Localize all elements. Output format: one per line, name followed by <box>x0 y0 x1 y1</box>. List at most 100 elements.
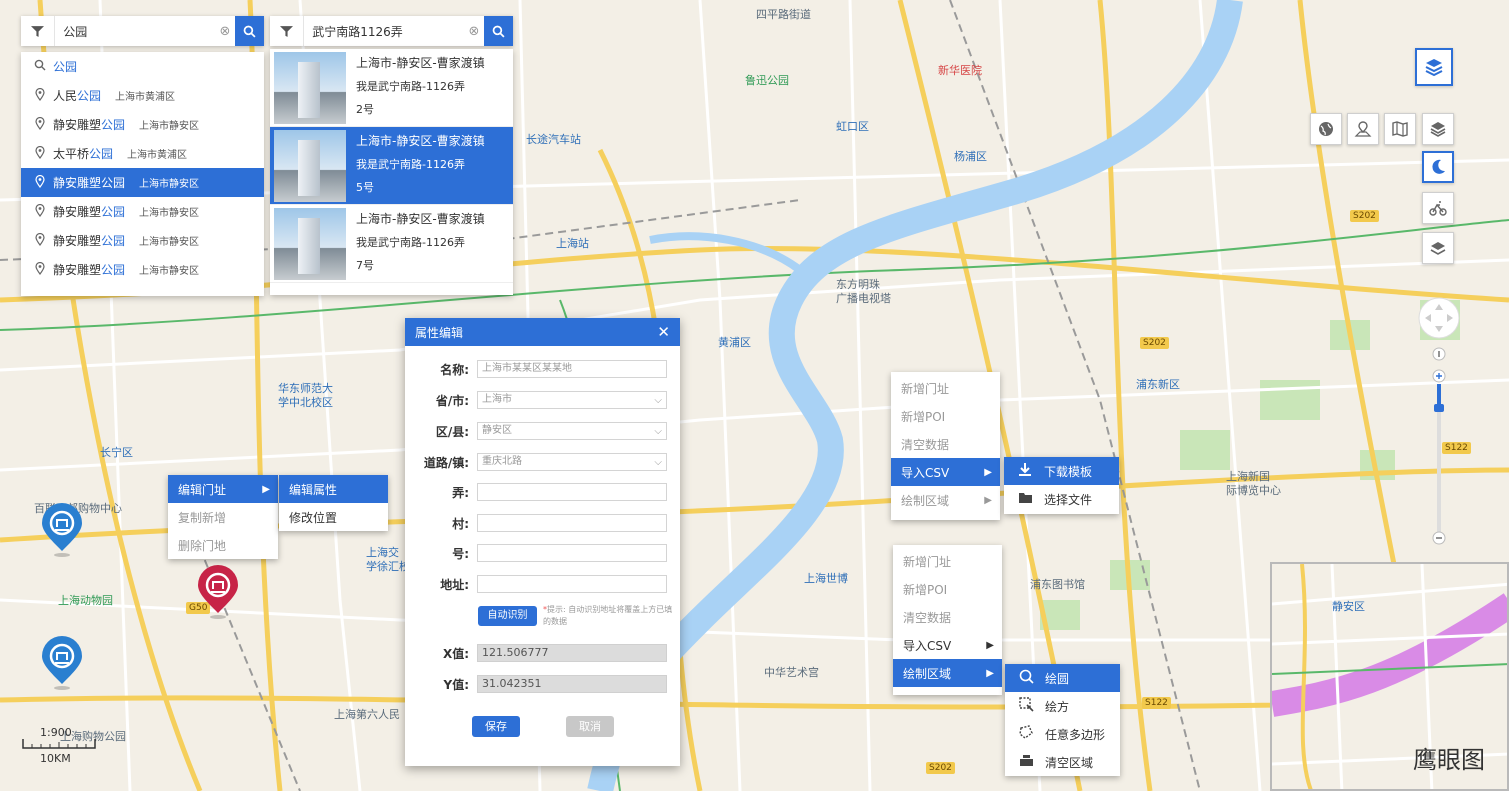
filter-icon[interactable] <box>21 16 56 46</box>
filter-icon[interactable] <box>270 16 305 46</box>
field-row-number: 号: <box>405 543 680 563</box>
menu-item-draw-area[interactable]: 绘制区域 ▶ <box>893 659 1002 687</box>
suggestion-item[interactable]: 人民 公园 上海市黄浦区 <box>21 81 264 110</box>
suggestion-item[interactable]: 静安雕塑 公园 上海市静安区 <box>21 226 264 255</box>
menu-item-label: 绘制区域 <box>901 493 950 508</box>
cancel-button[interactable]: 取消 <box>566 716 614 737</box>
province-select[interactable]: 上海市 ⌵ <box>477 391 667 409</box>
close-icon[interactable]: ✕ <box>657 323 670 341</box>
menu-item-clear-data[interactable]: 清空数据 <box>891 430 1000 458</box>
menu-item-add-address[interactable]: 新增门址 <box>891 374 1000 402</box>
menu-item-modify-position[interactable]: 修改位置 <box>279 503 388 531</box>
field-label: 省/市: <box>435 393 469 408</box>
village-field[interactable] <box>477 514 667 532</box>
x-value-field: 121.506777 <box>477 644 667 662</box>
menu-item-draw-rectangle[interactable]: 绘方 <box>1005 692 1120 720</box>
search-bar-left: ⊗ <box>21 16 264 46</box>
suggestion-prefix: 静安雕塑 <box>53 118 102 132</box>
map-label: 上海世博 <box>804 572 848 585</box>
terrain-button[interactable] <box>1384 113 1416 145</box>
location-pin-icon <box>33 232 47 249</box>
suggestion-item[interactable]: 公园 <box>21 52 264 81</box>
map-label: 广播电视塔 <box>836 292 891 305</box>
suggestion-item[interactable]: 静安雕塑 公园 上海市静安区 <box>21 197 264 226</box>
field-row-name: 名称: 上海市某某区某某地 <box>405 359 680 379</box>
poi-number: 7号 <box>356 259 374 272</box>
menu-item-draw-circle[interactable]: 绘圆 <box>1005 664 1120 692</box>
layers-add-icon <box>1430 242 1446 255</box>
menu-item-label: 新增POI <box>901 409 946 424</box>
station-pin-icon[interactable] <box>40 503 84 559</box>
auto-detect-button[interactable]: 自动识别 <box>478 606 537 626</box>
suggestion-item[interactable]: 静安雕塑 公园 上海市静安区 <box>21 255 264 284</box>
suggestion-keyword: 公园 <box>101 176 126 190</box>
poi-result-item[interactable]: 上海市-静安区-曹家渡镇 我是武宁南路-1126弄 2号 <box>270 49 513 127</box>
location-map-button[interactable] <box>1347 113 1379 145</box>
menu-item-label: 绘制区域 <box>903 666 952 681</box>
menu-item-label: 编辑属性 <box>289 482 338 497</box>
menu-item-import-csv[interactable]: 导入CSV ▶ <box>891 458 1000 486</box>
clear-icon[interactable]: ⊗ <box>464 16 484 46</box>
search-input-right[interactable] <box>304 16 465 46</box>
menu-item-choose-file[interactable]: 选择文件 <box>1004 485 1119 513</box>
menu-item-download-template[interactable]: 下载模板 <box>1004 457 1119 485</box>
poi-title: 上海市-静安区-曹家渡镇 <box>356 134 485 148</box>
map-context-menu-csv: 新增门址 新增POI 清空数据 导入CSV ▶ 绘制区域 ▶ <box>891 372 1000 520</box>
menu-item-import-csv[interactable]: 导入CSV ▶ <box>893 631 1002 659</box>
overlay-button[interactable] <box>1422 232 1454 264</box>
zoom-control[interactable] <box>1431 340 1447 550</box>
clear-icon[interactable]: ⊗ <box>215 16 235 46</box>
search-input-left[interactable] <box>55 16 216 46</box>
number-field[interactable] <box>477 544 667 562</box>
suggestion-prefix: 静安雕塑 <box>53 263 102 277</box>
field-label: 区/县: <box>435 424 469 439</box>
menu-item-label: 导入CSV <box>901 465 950 480</box>
menu-item-draw-polygon[interactable]: 任意多边形 <box>1005 720 1120 748</box>
night-mode-button[interactable] <box>1422 151 1454 183</box>
draw-area-submenu: 绘圆 绘方 任意多边形 清空区域 <box>1005 664 1120 776</box>
eagle-eye-overview[interactable]: 静安区 鹰眼图 <box>1270 562 1509 791</box>
name-field[interactable]: 上海市某某区某某地 <box>477 360 667 378</box>
cycling-button[interactable] <box>1422 192 1454 224</box>
draw-rectangle-icon <box>1015 696 1037 716</box>
lane-field[interactable] <box>477 483 667 501</box>
suggestion-area: 上海市黄浦区 <box>127 150 188 161</box>
suggestion-keyword: 公园 <box>53 60 78 74</box>
station-pin-icon[interactable] <box>40 636 84 692</box>
address-field[interactable] <box>477 575 667 593</box>
menu-item-add-address[interactable]: 新增门址 <box>893 547 1002 575</box>
layer-switch-button[interactable] <box>1415 48 1453 86</box>
suggestion-keyword: 公园 <box>101 263 126 277</box>
menu-item-draw-area[interactable]: 绘制区域 ▶ <box>891 486 1000 514</box>
suggestion-area: 上海市黄浦区 <box>115 92 176 103</box>
suggestion-item-selected[interactable]: 静安雕塑 公园 上海市静安区 <box>21 168 264 197</box>
search-button-right[interactable] <box>483 16 513 46</box>
dialog-header: 属性编辑 ✕ <box>405 318 680 346</box>
menu-item-delete-address[interactable]: 删除门地 <box>168 531 278 559</box>
poi-result-item[interactable]: 上海市-静安区-曹家渡镇 我是武宁南路-1126弄 7号 <box>270 205 513 283</box>
district-select[interactable]: 静安区 ⌵ <box>477 422 667 440</box>
search-button-left[interactable] <box>234 16 264 46</box>
menu-item-edit-attributes[interactable]: 编辑属性 <box>279 475 388 503</box>
road-select[interactable]: 重庆北路 ⌵ <box>477 453 667 471</box>
poi-result-item-selected[interactable]: 上海市-静安区-曹家渡镇 我是武宁南路-1126弄 5号 <box>270 127 513 205</box>
menu-item-label: 修改位置 <box>289 510 338 525</box>
globe-button[interactable] <box>1310 113 1342 145</box>
submenu-arrow-icon: ▶ <box>986 667 994 679</box>
map-label: 黄浦区 <box>718 336 751 349</box>
suggestion-item[interactable]: 太平桥 公园 上海市黄浦区 <box>21 139 264 168</box>
menu-item-edit-address[interactable]: 编辑门址 ▶ <box>168 475 278 503</box>
pan-control[interactable] <box>1417 296 1461 340</box>
save-button[interactable]: 保存 <box>472 716 520 737</box>
menu-item-add-poi[interactable]: 新增POI <box>893 575 1002 603</box>
select-value: 静安区 <box>482 425 512 436</box>
menu-item-copy-add[interactable]: 复制新增 <box>168 503 278 531</box>
field-label: 名称: <box>440 362 469 377</box>
suggestion-item[interactable]: 静安雕塑 公园 上海市静安区 <box>21 110 264 139</box>
layer-stack-button[interactable] <box>1422 113 1454 145</box>
station-pin-selected-icon[interactable] <box>196 565 240 621</box>
menu-item-add-poi[interactable]: 新增POI <box>891 402 1000 430</box>
menu-item-clear-area[interactable]: 清空区域 <box>1005 748 1120 776</box>
menu-item-clear-data[interactable]: 清空数据 <box>893 603 1002 631</box>
edit-address-submenu: 编辑属性 修改位置 <box>279 475 388 531</box>
